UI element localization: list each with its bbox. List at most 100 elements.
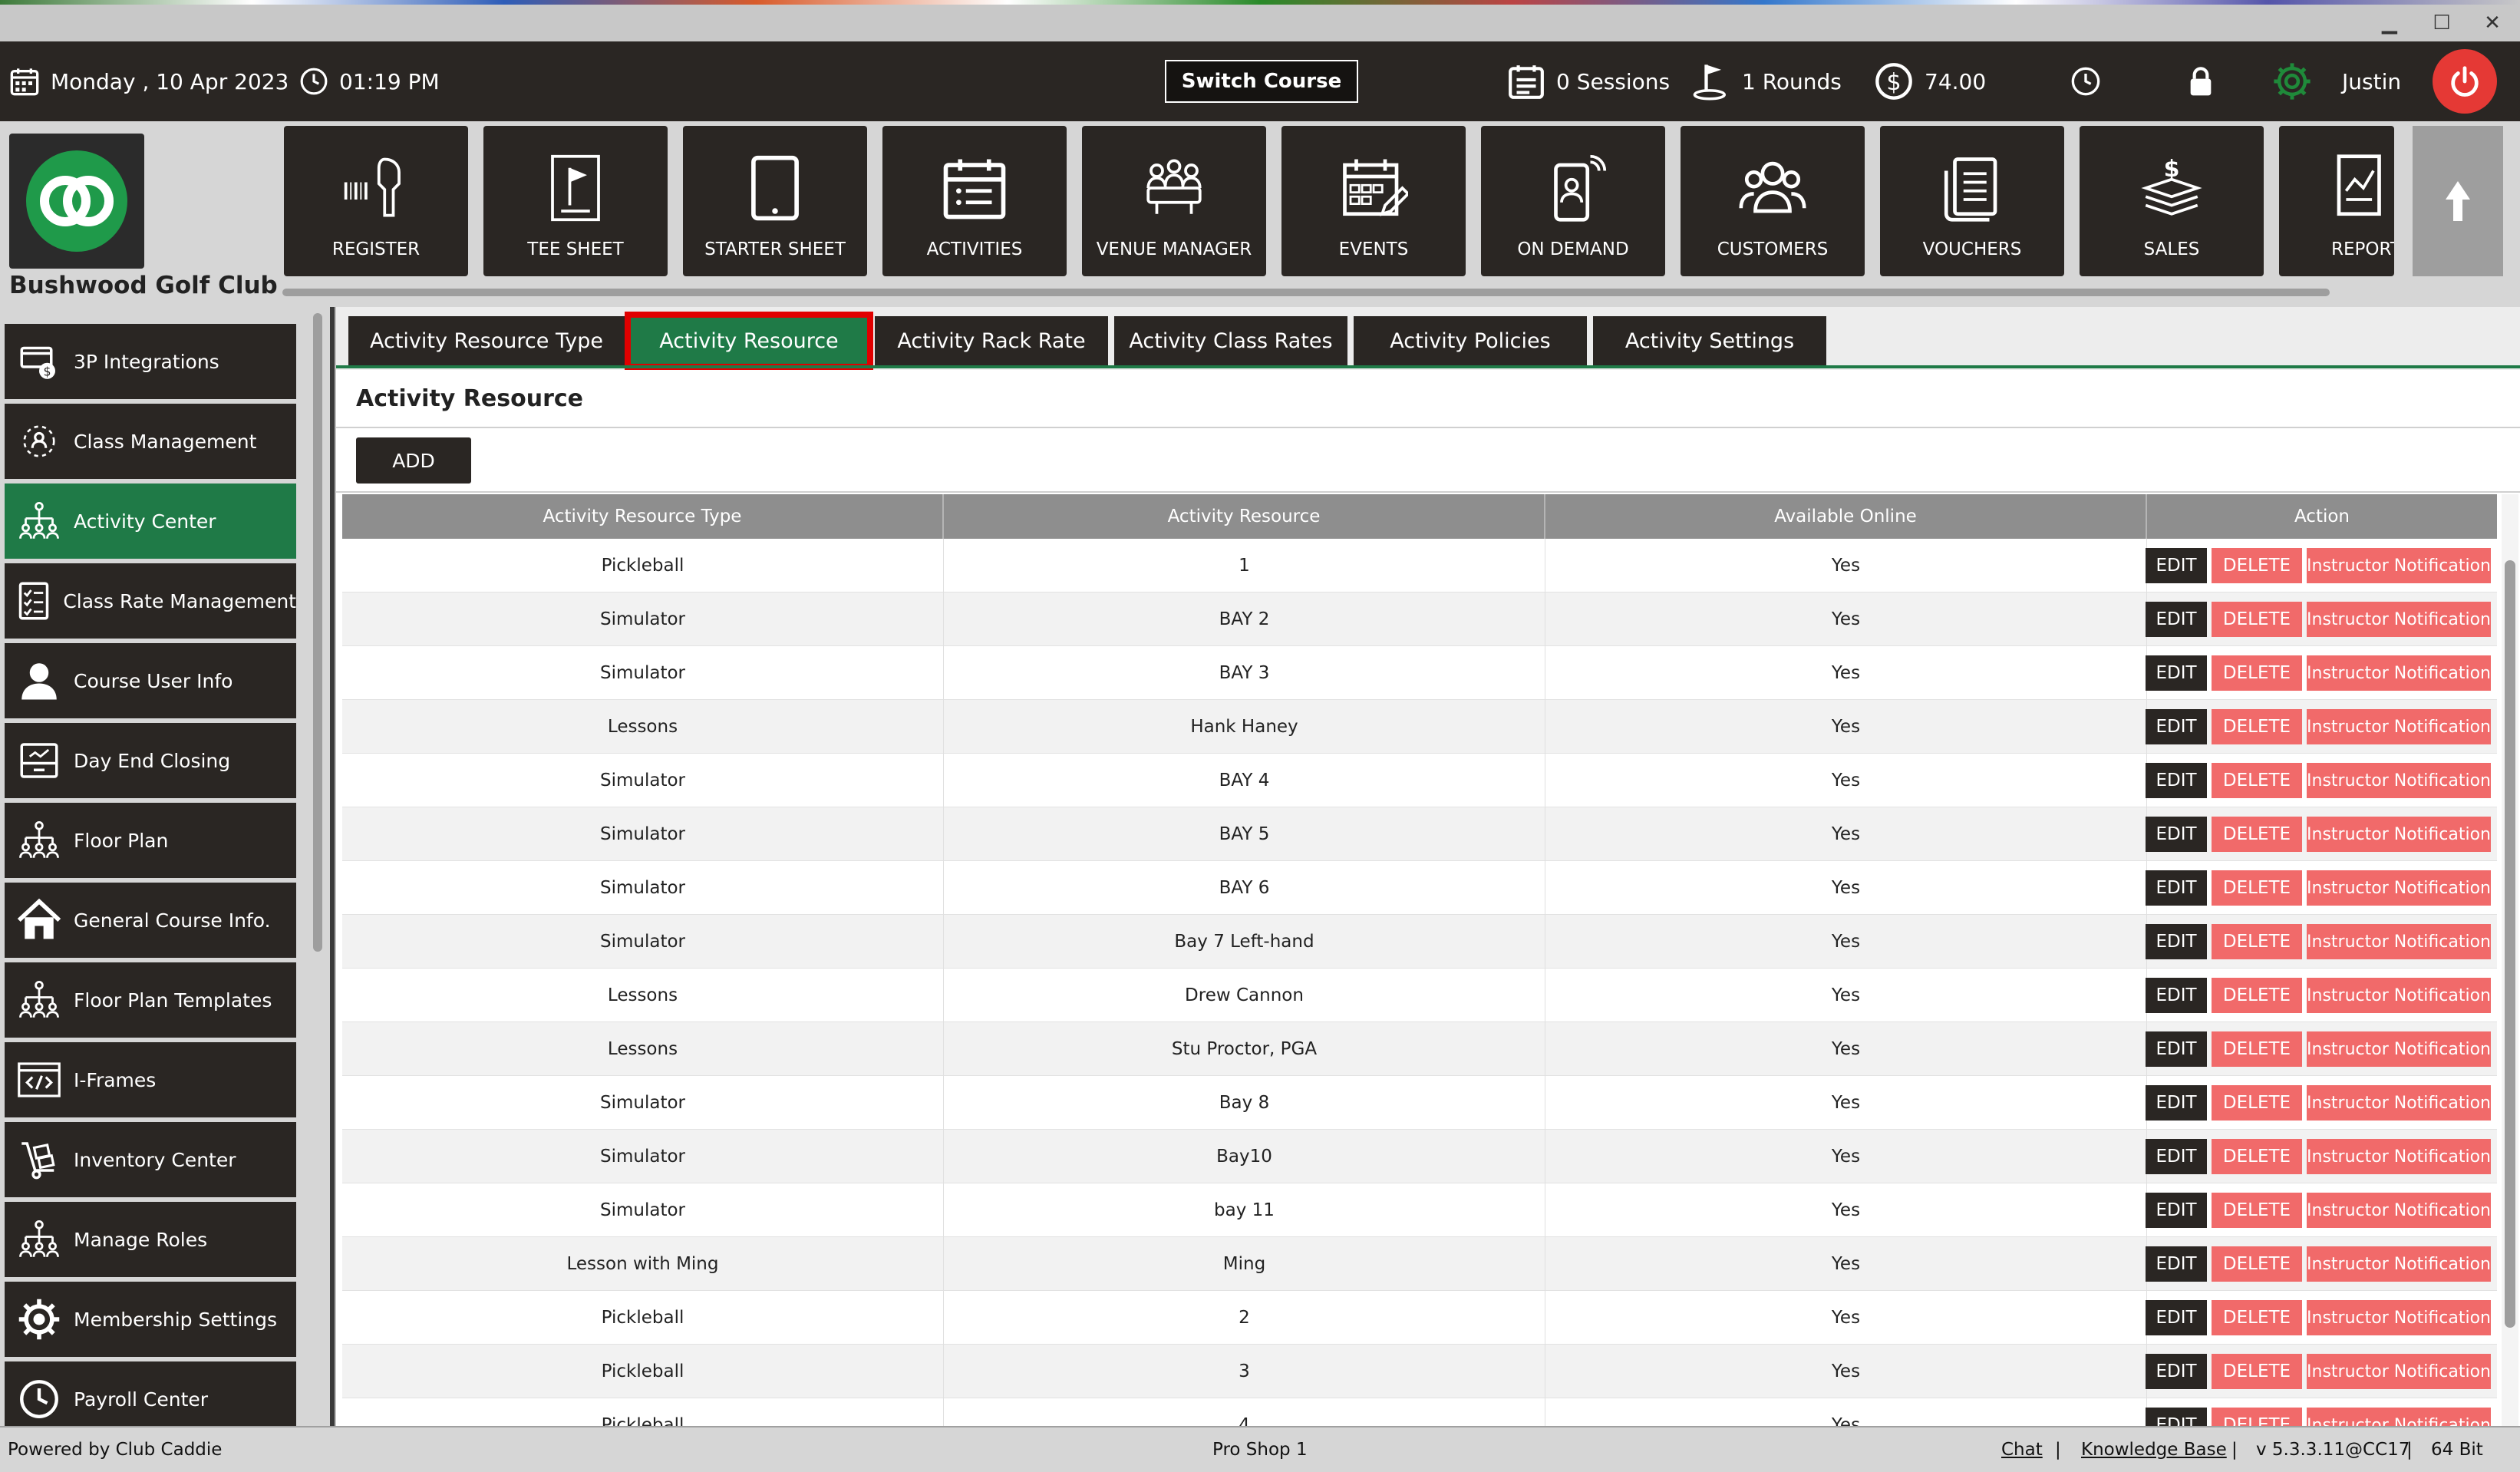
edit-button[interactable]: EDIT [2146,1246,2207,1282]
column-header-resource[interactable]: Activity Resource [944,494,1545,539]
delete-button[interactable]: DELETE [2212,1408,2302,1426]
switch-course-button[interactable]: Switch Course [1165,60,1358,103]
instructor-notification-button[interactable]: Instructor Notification [2307,1085,2491,1121]
sidebar-item-floor-plan-templates[interactable]: Floor Plan Templates [5,962,296,1038]
table-row[interactable]: Simulator BAY 5 Yes EDIT DELETE Instructor No… [342,807,2497,861]
delete-button[interactable]: DELETE [2212,709,2302,744]
instructor-notification-button[interactable]: Instructor Notification [2307,924,2491,959]
delete-button[interactable]: DELETE [2212,1300,2302,1335]
tab-activity-class-rates[interactable]: Activity Class Rates [1114,316,1347,365]
edit-button[interactable]: EDIT [2146,548,2207,583]
instructor-notification-button[interactable]: Instructor Notification [2307,817,2491,852]
instructor-notification-button[interactable]: Instructor Notification [2307,1193,2491,1228]
delete-button[interactable]: DELETE [2212,924,2302,959]
minimize-button[interactable]: ▁ [2367,8,2413,38]
knowledge-base-link[interactable]: Knowledge Base [2081,1440,2227,1460]
nav-sales[interactable]: $ SALES [2080,126,2264,276]
nav-vouchers[interactable]: VOUCHERS [1880,126,2064,276]
edit-button[interactable]: EDIT [2146,1085,2207,1121]
instructor-notification-button[interactable]: Instructor Notification [2307,602,2491,637]
sidebar-item-general-course-info[interactable]: General Course Info. [5,883,296,958]
nav-register[interactable]: REGISTER [284,126,468,276]
table-row[interactable]: Lessons Hank Haney Yes EDIT DELETE Instructor… [342,700,2497,754]
lock-button[interactable] [2185,41,2227,121]
table-row[interactable]: Simulator Bay 8 Yes EDIT DELETE Instructor No… [342,1076,2497,1130]
sidebar-scrollbar[interactable] [313,313,322,952]
instructor-notification-button[interactable]: Instructor Notification [2307,1246,2491,1282]
sidebar-item-floor-plan[interactable]: Floor Plan [5,803,296,878]
sidebar-item-class-rate-management[interactable]: Class Rate Management [5,563,296,639]
nav-activities[interactable]: ACTIVITIES [882,126,1067,276]
sidebar-item-manage-roles[interactable]: Manage Roles [5,1202,296,1277]
table-row[interactable]: Simulator BAY 3 Yes EDIT DELETE Instructor No… [342,646,2497,700]
edit-button[interactable]: EDIT [2146,655,2207,691]
edit-button[interactable]: EDIT [2146,1031,2207,1067]
nav-events[interactable]: EVENTS [1281,126,1466,276]
tab-activity-resource-type[interactable]: Activity Resource Type [348,316,625,365]
edit-button[interactable]: EDIT [2146,1193,2207,1228]
sidebar-item-3p-integrations[interactable]: $ 3P Integrations [5,324,296,399]
edit-button[interactable]: EDIT [2146,709,2207,744]
instructor-notification-button[interactable]: Instructor Notification [2307,763,2491,798]
sidebar-item-course-user-info[interactable]: Course User Info [5,643,296,718]
table-row[interactable]: Simulator BAY 6 Yes EDIT DELETE Instructor No… [342,861,2497,915]
instructor-notification-button[interactable]: Instructor Notification [2307,1031,2491,1067]
instructor-notification-button[interactable]: Instructor Notification [2307,978,2491,1013]
nav-starter-sheet[interactable]: STARTER SHEET [683,126,867,276]
table-row[interactable]: Lessons Drew Cannon Yes EDIT DELETE Instructo… [342,969,2497,1022]
instructor-notification-button[interactable]: Instructor Notification [2307,1139,2491,1174]
sessions-display[interactable]: 0 Sessions [1507,41,1670,121]
tab-activity-settings[interactable]: Activity Settings [1593,316,1826,365]
delete-button[interactable]: DELETE [2212,978,2302,1013]
rounds-display[interactable]: 1 Rounds [1691,41,1842,121]
nav-scrollbar[interactable] [282,289,2330,296]
table-row[interactable]: Pickleball 3 Yes EDIT DELETE Instructor Notif… [342,1345,2497,1398]
tab-activity-policies[interactable]: Activity Policies [1354,316,1587,365]
table-row[interactable]: Simulator bay 11 Yes EDIT DELETE Instructor N… [342,1183,2497,1237]
table-row[interactable]: Simulator BAY 4 Yes EDIT DELETE Instructor No… [342,754,2497,807]
table-row[interactable]: Pickleball 4 Yes EDIT DELETE Instructor Notif… [342,1398,2497,1426]
instructor-notification-button[interactable]: Instructor Notification [2307,1300,2491,1335]
delete-button[interactable]: DELETE [2212,548,2302,583]
instructor-notification-button[interactable]: Instructor Notification [2307,548,2491,583]
delete-button[interactable]: DELETE [2212,1031,2302,1067]
delete-button[interactable]: DELETE [2212,1139,2302,1174]
edit-button[interactable]: EDIT [2146,1354,2207,1389]
logout-button[interactable] [2433,49,2497,114]
maximize-button[interactable]: ☐ [2419,8,2465,38]
delete-button[interactable]: DELETE [2212,870,2302,906]
tab-activity-rack-rate[interactable]: Activity Rack Rate [875,316,1108,365]
sidebar-item-activity-center[interactable]: Activity Center [5,484,296,559]
table-scroll-thumb[interactable] [2505,560,2515,1328]
nav-venue-manager[interactable]: VENUE MANAGER [1082,126,1266,276]
balance-display[interactable]: $ 74.00 [1874,41,1986,121]
delete-button[interactable]: DELETE [2212,655,2302,691]
nav-customers[interactable]: CUSTOMERS [1681,126,1865,276]
edit-button[interactable]: EDIT [2146,602,2207,637]
chat-link[interactable]: Chat [2001,1440,2043,1460]
instructor-notification-button[interactable]: Instructor Notification [2307,1354,2491,1389]
delete-button[interactable]: DELETE [2212,1085,2302,1121]
add-button[interactable]: ADD [356,437,471,484]
table-row[interactable]: Pickleball 1 Yes EDIT DELETE Instructor Notif… [342,539,2497,592]
delete-button[interactable]: DELETE [2212,1354,2302,1389]
sidebar-item-i-frames[interactable]: I-Frames [5,1042,296,1117]
table-row[interactable]: Lesson with Ming Ming Yes EDIT DELETE Instruc… [342,1237,2497,1291]
delete-button[interactable]: DELETE [2212,1193,2302,1228]
settings-button[interactable] [2271,41,2324,121]
sidebar-item-day-end-closing[interactable]: Day End Closing [5,723,296,798]
instructor-notification-button[interactable]: Instructor Notification [2307,655,2491,691]
table-row[interactable]: Simulator BAY 2 Yes EDIT DELETE Instructor No… [342,592,2497,646]
scroll-up-button[interactable] [2413,126,2503,276]
column-header-type[interactable]: Activity Resource Type [342,494,944,539]
instructor-notification-button[interactable]: Instructor Notification [2307,1408,2491,1426]
sidebar-item-payroll-center[interactable]: Payroll Center [5,1361,296,1426]
close-window-button[interactable]: ✕ [2469,8,2515,38]
instructor-notification-button[interactable]: Instructor Notification [2307,870,2491,906]
delete-button[interactable]: DELETE [2212,1246,2302,1282]
column-header-online[interactable]: Available Online [1545,494,2147,539]
edit-button[interactable]: EDIT [2146,817,2207,852]
table-row[interactable]: Lessons Stu Proctor, PGA Yes EDIT DELETE Inst… [342,1022,2497,1076]
edit-button[interactable]: EDIT [2146,763,2207,798]
instructor-notification-button[interactable]: Instructor Notification [2307,709,2491,744]
